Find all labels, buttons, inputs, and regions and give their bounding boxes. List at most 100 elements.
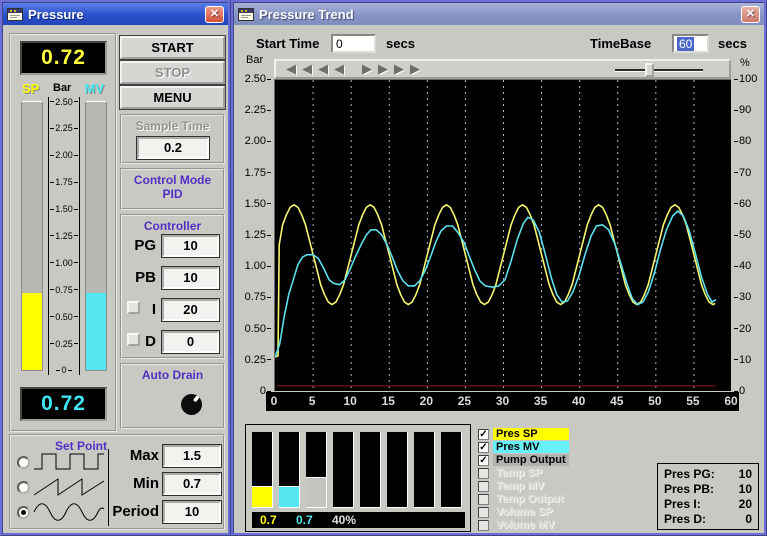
x-tick-label: 5 bbox=[308, 394, 316, 408]
legend-volume-sp-checkbox[interactable] bbox=[478, 506, 489, 518]
auto-drain-knob[interactable] bbox=[180, 393, 203, 416]
min-field[interactable]: 0.7 bbox=[162, 472, 222, 496]
gauge-readout-value: 0.7 bbox=[260, 513, 277, 527]
gauge-unit-label: Bar bbox=[53, 82, 72, 94]
trend-scroll-bar[interactable]: ◀ ◀ ◀ ◀ ▶ ▶ ▶ ▶ bbox=[274, 59, 731, 79]
integral-checkbox[interactable] bbox=[127, 301, 140, 314]
menu-button[interactable]: MENU bbox=[119, 85, 226, 110]
scroll-right-arrow-icon[interactable]: ▶ bbox=[378, 61, 388, 77]
x-tick-label: 35 bbox=[533, 394, 548, 408]
set-point-panel: Set Point Max 1.5 Min 0.7 Period 10 bbox=[9, 434, 225, 530]
y-right-tick-label: 30 bbox=[733, 291, 751, 303]
control-mode-value: PID bbox=[162, 187, 183, 201]
mv-value-display: 0.72 bbox=[20, 387, 107, 421]
derivative-checkbox[interactable] bbox=[127, 333, 140, 346]
x-tick-label: 50 bbox=[648, 394, 662, 408]
scroll-right-arrow-icon[interactable]: ▶ bbox=[362, 61, 372, 77]
y-right-tick-label: 80 bbox=[733, 135, 751, 147]
gauge-readout-strip: 0.7 0.7 40% bbox=[252, 512, 465, 528]
legend-temp-sp-label: Temp SP bbox=[496, 467, 543, 479]
pid-info-row: Pres PG: 10 bbox=[664, 467, 752, 482]
output-bar-4 bbox=[333, 432, 354, 508]
chart-left-axis: 2.50 2.25 2.00 1.75 1.50 1.25 1.00 0.75 0.50 0.25… bbox=[238, 73, 272, 397]
waveform-radio-square[interactable] bbox=[17, 456, 30, 469]
start-button[interactable]: START bbox=[119, 35, 226, 60]
legend-volume-mv-checkbox[interactable] bbox=[478, 519, 489, 531]
pid-info-label: Pres D: bbox=[664, 512, 707, 526]
y-right-tick-label: 20 bbox=[733, 323, 751, 335]
gauge-panel: 0.72 SP Bar MV 2.50 2.25 2.00 1.75 1.50 1.25 1… bbox=[9, 33, 117, 432]
pid-info-row: Pres PB: 10 bbox=[664, 482, 752, 497]
left-axis-unit-label: Bar bbox=[246, 54, 264, 66]
derivative-field[interactable]: 0 bbox=[161, 330, 220, 354]
scroll-left-arrow-icon[interactable]: ◀ bbox=[334, 61, 344, 77]
sample-time-field[interactable]: 0.2 bbox=[136, 136, 210, 160]
gauge-scale-tick: 0.75 bbox=[49, 285, 79, 295]
scroll-right-arrow-icon[interactable]: ▶ bbox=[394, 61, 404, 77]
legend-pump-output-checkbox[interactable]: ✓ bbox=[478, 454, 489, 466]
start-time-field[interactable]: 0 bbox=[331, 34, 376, 53]
period-label: Period bbox=[112, 503, 159, 520]
trend-slider-track[interactable] bbox=[615, 69, 703, 72]
waveform-radio-sawtooth[interactable] bbox=[17, 481, 30, 494]
period-field[interactable]: 10 bbox=[162, 500, 222, 524]
pid-info-value: 20 bbox=[738, 497, 752, 511]
pressure-trend-window: Pressure Trend ✕ Start Time 0 secs TimeB… bbox=[231, 0, 767, 536]
trend-slider-thumb[interactable] bbox=[645, 63, 654, 77]
scroll-left-arrow-icon[interactable]: ◀ bbox=[286, 61, 296, 77]
x-tick-label: 10 bbox=[343, 394, 357, 408]
gauge-scale-tick: 2.00 bbox=[49, 150, 79, 160]
chart-x-axis: 0 5 10 15 20 25 30 35 40 45 50 55 60 bbox=[266, 392, 739, 411]
integral-label: I bbox=[151, 301, 156, 318]
legend-pump-output-label: Pump Output bbox=[493, 454, 569, 466]
y-left-tick-label: 2.00 bbox=[245, 135, 272, 147]
sample-time-group: Sample Time 0.2 bbox=[120, 114, 225, 164]
trend-titlebar: Pressure Trend ✕ bbox=[234, 3, 764, 25]
scroll-left-arrow-icon[interactable]: ◀ bbox=[302, 61, 312, 77]
scroll-left-arrow-icon[interactable]: ◀ bbox=[318, 61, 328, 77]
y-left-tick-label: 2.50 bbox=[245, 73, 272, 85]
gauge-readout-value: 40% bbox=[332, 513, 357, 527]
sawtooth-wave-icon bbox=[33, 478, 105, 496]
legend-pres-mv-checkbox[interactable]: ✓ bbox=[478, 441, 489, 453]
timebase-field[interactable]: 60 bbox=[672, 34, 709, 53]
output-bar-2 bbox=[279, 432, 300, 508]
max-label: Max bbox=[129, 447, 159, 464]
scroll-right-arrow-icon[interactable]: ▶ bbox=[410, 61, 420, 77]
legend-volume-mv-label: Volume MV bbox=[496, 519, 555, 531]
timebase-label: TimeBase bbox=[590, 36, 652, 51]
stop-button[interactable]: STOP bbox=[119, 60, 226, 85]
control-mode-group: Control Mode PID bbox=[120, 168, 225, 210]
x-tick-label: 30 bbox=[495, 394, 510, 408]
integral-field[interactable]: 20 bbox=[161, 298, 220, 322]
pid-info-value: 10 bbox=[738, 467, 752, 481]
close-icon[interactable]: ✕ bbox=[741, 5, 760, 23]
waveform-radio-sine[interactable] bbox=[17, 506, 30, 519]
gauge-scale: 2.50 2.25 2.00 1.75 1.50 1.25 1.00 0.75 0.50 0.25… bbox=[48, 97, 80, 375]
gauge-scale-tick: 0 bbox=[49, 365, 79, 375]
y-left-tick-label: 1.00 bbox=[245, 260, 272, 272]
sp-value-display: 0.72 bbox=[20, 41, 107, 75]
trace-pres-sp bbox=[274, 203, 716, 358]
max-field[interactable]: 1.5 bbox=[162, 444, 222, 468]
legend-temp-sp-checkbox[interactable] bbox=[478, 467, 489, 479]
legend-volume-mv-item: Volume MV bbox=[478, 519, 608, 531]
x-tick-label: 25 bbox=[457, 394, 472, 408]
pid-info-value: 0 bbox=[745, 512, 752, 526]
legend-temp-output-checkbox[interactable] bbox=[478, 493, 489, 505]
pid-info-label: Pres PG: bbox=[664, 467, 715, 481]
gauge-scale-tick: 1.50 bbox=[49, 204, 79, 214]
legend-pres-sp-checkbox[interactable]: ✓ bbox=[478, 428, 489, 440]
pg-field[interactable]: 10 bbox=[161, 234, 220, 258]
legend-pres-sp-item: ✓ Pres SP bbox=[478, 428, 608, 440]
gauge-scale-tick: 1.25 bbox=[49, 231, 79, 241]
close-icon[interactable]: ✕ bbox=[205, 5, 224, 23]
x-tick-label: 40 bbox=[571, 394, 586, 408]
gauge-scale-tick: 2.25 bbox=[49, 123, 79, 133]
pressure-titlebar: Pressure ✕ bbox=[3, 3, 228, 25]
y-right-tick-label: 10 bbox=[733, 354, 751, 366]
legend-temp-mv-label: Temp MV bbox=[496, 480, 545, 492]
y-left-tick-label: 2.25 bbox=[245, 104, 272, 116]
legend-temp-mv-checkbox[interactable] bbox=[478, 480, 489, 492]
pb-field[interactable]: 10 bbox=[161, 266, 220, 290]
